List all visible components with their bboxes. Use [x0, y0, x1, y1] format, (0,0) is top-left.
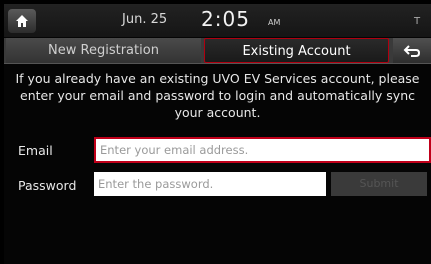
screen-frame: Jun. 25 2:05 AM T New Registration Exist…	[4, 4, 431, 264]
status-indicator-icon: T	[414, 16, 421, 27]
date-text: Jun. 25	[122, 12, 168, 27]
clock-ampm: AM	[268, 18, 281, 27]
back-arrow-icon	[403, 44, 421, 57]
tab-existing-account[interactable]: Existing Account	[204, 38, 389, 63]
password-label: Password	[18, 178, 77, 193]
tab-new-registration[interactable]: New Registration	[6, 38, 201, 63]
email-field[interactable]	[94, 137, 431, 163]
tab-bar: New Registration Existing Account	[4, 38, 431, 64]
status-bar: Jun. 25 2:05 AM T	[4, 4, 431, 37]
home-icon	[16, 15, 28, 27]
clock-time: 2:05	[201, 7, 250, 31]
password-field[interactable]	[94, 172, 326, 196]
email-label: Email	[18, 143, 53, 158]
submit-button[interactable]: Submit	[331, 172, 427, 196]
back-button[interactable]	[393, 38, 431, 63]
home-button[interactable]	[8, 9, 36, 33]
instruction-message: If you already have an existing UVO EV S…	[15, 71, 420, 120]
